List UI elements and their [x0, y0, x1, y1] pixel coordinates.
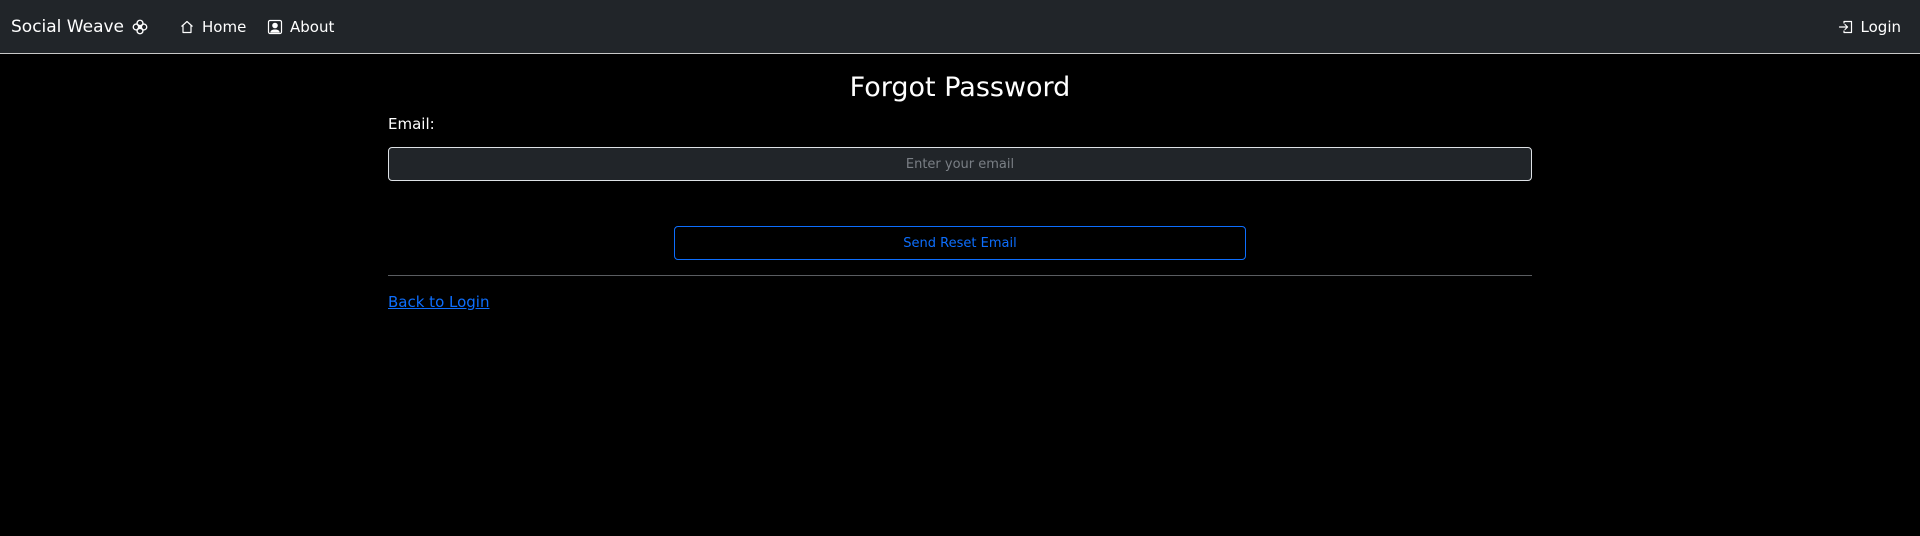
nav-about[interactable]: About [267, 0, 334, 53]
email-label: Email: [388, 115, 435, 133]
button-row: Send Reset Email [388, 226, 1532, 260]
flower-icon [131, 18, 149, 36]
email-input[interactable] [388, 147, 1532, 181]
brand-link[interactable]: Social Weave [11, 0, 149, 53]
page-title: Forgot Password [849, 72, 1071, 103]
nav-login[interactable]: Login [1838, 0, 1901, 53]
divider [388, 275, 1532, 276]
send-reset-email-button[interactable]: Send Reset Email [674, 226, 1246, 260]
brand-name: Social Weave [11, 16, 125, 37]
nav-home-label: Home [202, 17, 247, 36]
nav-login-label: Login [1860, 17, 1901, 36]
box-arrow-in-right-icon [1838, 19, 1854, 35]
forgot-password-form: Forgot Password Email: Send Reset Email … [388, 54, 1532, 311]
nav-home[interactable]: Home [179, 0, 246, 53]
house-icon [179, 19, 195, 35]
back-to-login-link[interactable]: Back to Login [388, 293, 489, 311]
navbar: Social Weave Home About Login [0, 0, 1920, 54]
nav-about-label: About [290, 17, 335, 36]
person-badge-icon [267, 19, 283, 35]
